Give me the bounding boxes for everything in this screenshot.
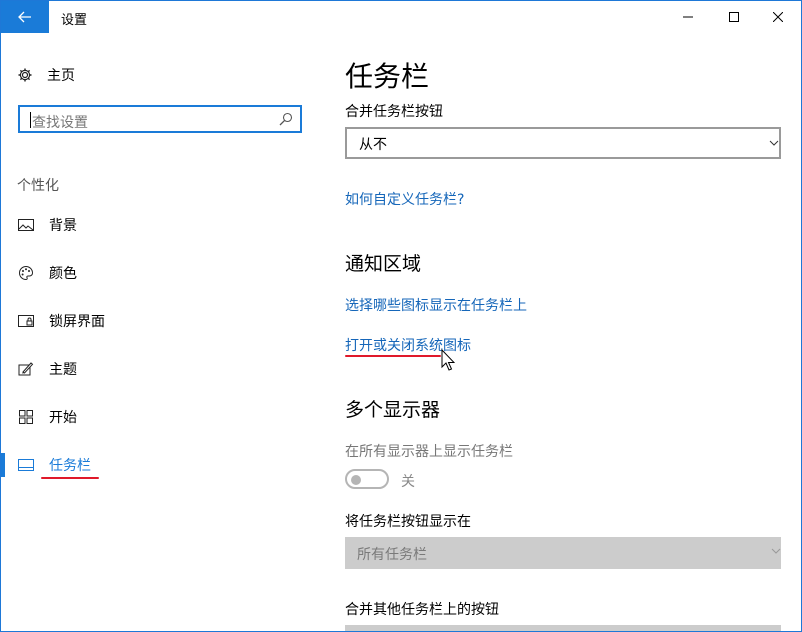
minimize-icon	[683, 16, 693, 18]
title-bar: 设置	[1, 1, 801, 33]
back-button[interactable]	[1, 1, 49, 33]
combine-other-buttons-label: 合并其他任务栏上的按钮	[345, 602, 499, 618]
theme-brush-icon	[17, 360, 35, 378]
group-label-personalization: 个性化	[17, 178, 59, 194]
toggle-state-label: 关	[401, 474, 415, 490]
minimize-button[interactable]	[665, 1, 711, 33]
arrow-left-icon	[18, 11, 31, 23]
annotation-underline-system-icons	[345, 355, 441, 357]
sidebar-item-start[interactable]: 开始	[17, 405, 77, 429]
lock-screen-icon	[17, 312, 35, 330]
sidebar-item-lock-screen[interactable]: 锁屏界面	[17, 309, 105, 333]
chevron-down-icon	[769, 140, 779, 146]
home-label: 主页	[47, 68, 75, 84]
settings-window: 设置 主页 查找设置 个性化 背景 颜色 锁屏界面 主题 开始 任务栏 任务栏 …	[0, 0, 802, 632]
maximize-icon	[729, 12, 739, 22]
sidebar-item-colors[interactable]: 颜色	[17, 261, 77, 285]
picture-icon	[17, 216, 35, 234]
show-on-all-displays-toggle[interactable]	[345, 469, 389, 489]
search-placeholder: 查找设置	[32, 115, 88, 131]
sidebar-item-themes[interactable]: 主题	[17, 357, 77, 381]
chevron-down-icon	[771, 548, 781, 554]
window-title: 设置	[61, 13, 88, 28]
close-button[interactable]	[755, 1, 801, 33]
text-caret	[30, 112, 31, 128]
show-buttons-on-dropdown[interactable]: 所有任务栏	[345, 537, 781, 569]
notification-area-header: 通知区域	[345, 253, 422, 275]
search-input[interactable]: 查找设置	[18, 105, 302, 133]
mouse-pointer-icon	[441, 349, 455, 371]
show-on-all-displays-label: 在所有显示器上显示任务栏	[345, 444, 513, 460]
sidebar-item-label: 开始	[49, 410, 77, 426]
page-title: 任务栏	[345, 60, 430, 93]
annotation-underline-taskbar	[41, 477, 99, 479]
palette-icon	[17, 264, 35, 282]
sidebar-item-background[interactable]: 背景	[17, 213, 77, 237]
dropdown-value: 所有任务栏	[357, 547, 427, 563]
dropdown-value: 从不	[359, 137, 387, 153]
sidebar: 主页 查找设置 个性化 背景 颜色 锁屏界面 主题 开始 任务栏	[1, 33, 321, 631]
combine-buttons-dropdown[interactable]: 从不	[345, 127, 781, 159]
search-icon[interactable]	[278, 111, 294, 127]
show-buttons-on-label: 将任务栏按钮显示在	[345, 514, 471, 530]
toggle-knob	[351, 475, 361, 485]
sidebar-item-taskbar[interactable]: 任务栏	[17, 453, 91, 477]
taskbar-icon	[17, 456, 35, 474]
multiple-displays-header: 多个显示器	[345, 399, 441, 421]
sidebar-item-label: 任务栏	[49, 458, 91, 474]
home-nav-item[interactable]: 主页	[17, 63, 75, 87]
start-grid-icon	[17, 408, 35, 426]
combine-buttons-label: 合并任务栏按钮	[345, 104, 443, 120]
customize-taskbar-link[interactable]: 如何自定义任务栏?	[345, 189, 464, 209]
close-icon	[773, 12, 783, 22]
sidebar-item-label: 背景	[49, 218, 77, 234]
select-icons-link[interactable]: 选择哪些图标显示在任务栏上	[345, 295, 527, 315]
main-content: 任务栏 合并任务栏按钮 从不 如何自定义任务栏? 通知区域 选择哪些图标显示在任…	[345, 33, 801, 631]
sidebar-item-label: 锁屏界面	[49, 314, 105, 330]
maximize-button[interactable]	[711, 1, 757, 33]
sidebar-item-label: 颜色	[49, 266, 77, 282]
sidebar-item-label: 主题	[49, 362, 77, 378]
active-indicator	[1, 453, 5, 477]
combine-other-buttons-dropdown[interactable]	[345, 625, 781, 631]
gear-icon	[18, 68, 32, 82]
